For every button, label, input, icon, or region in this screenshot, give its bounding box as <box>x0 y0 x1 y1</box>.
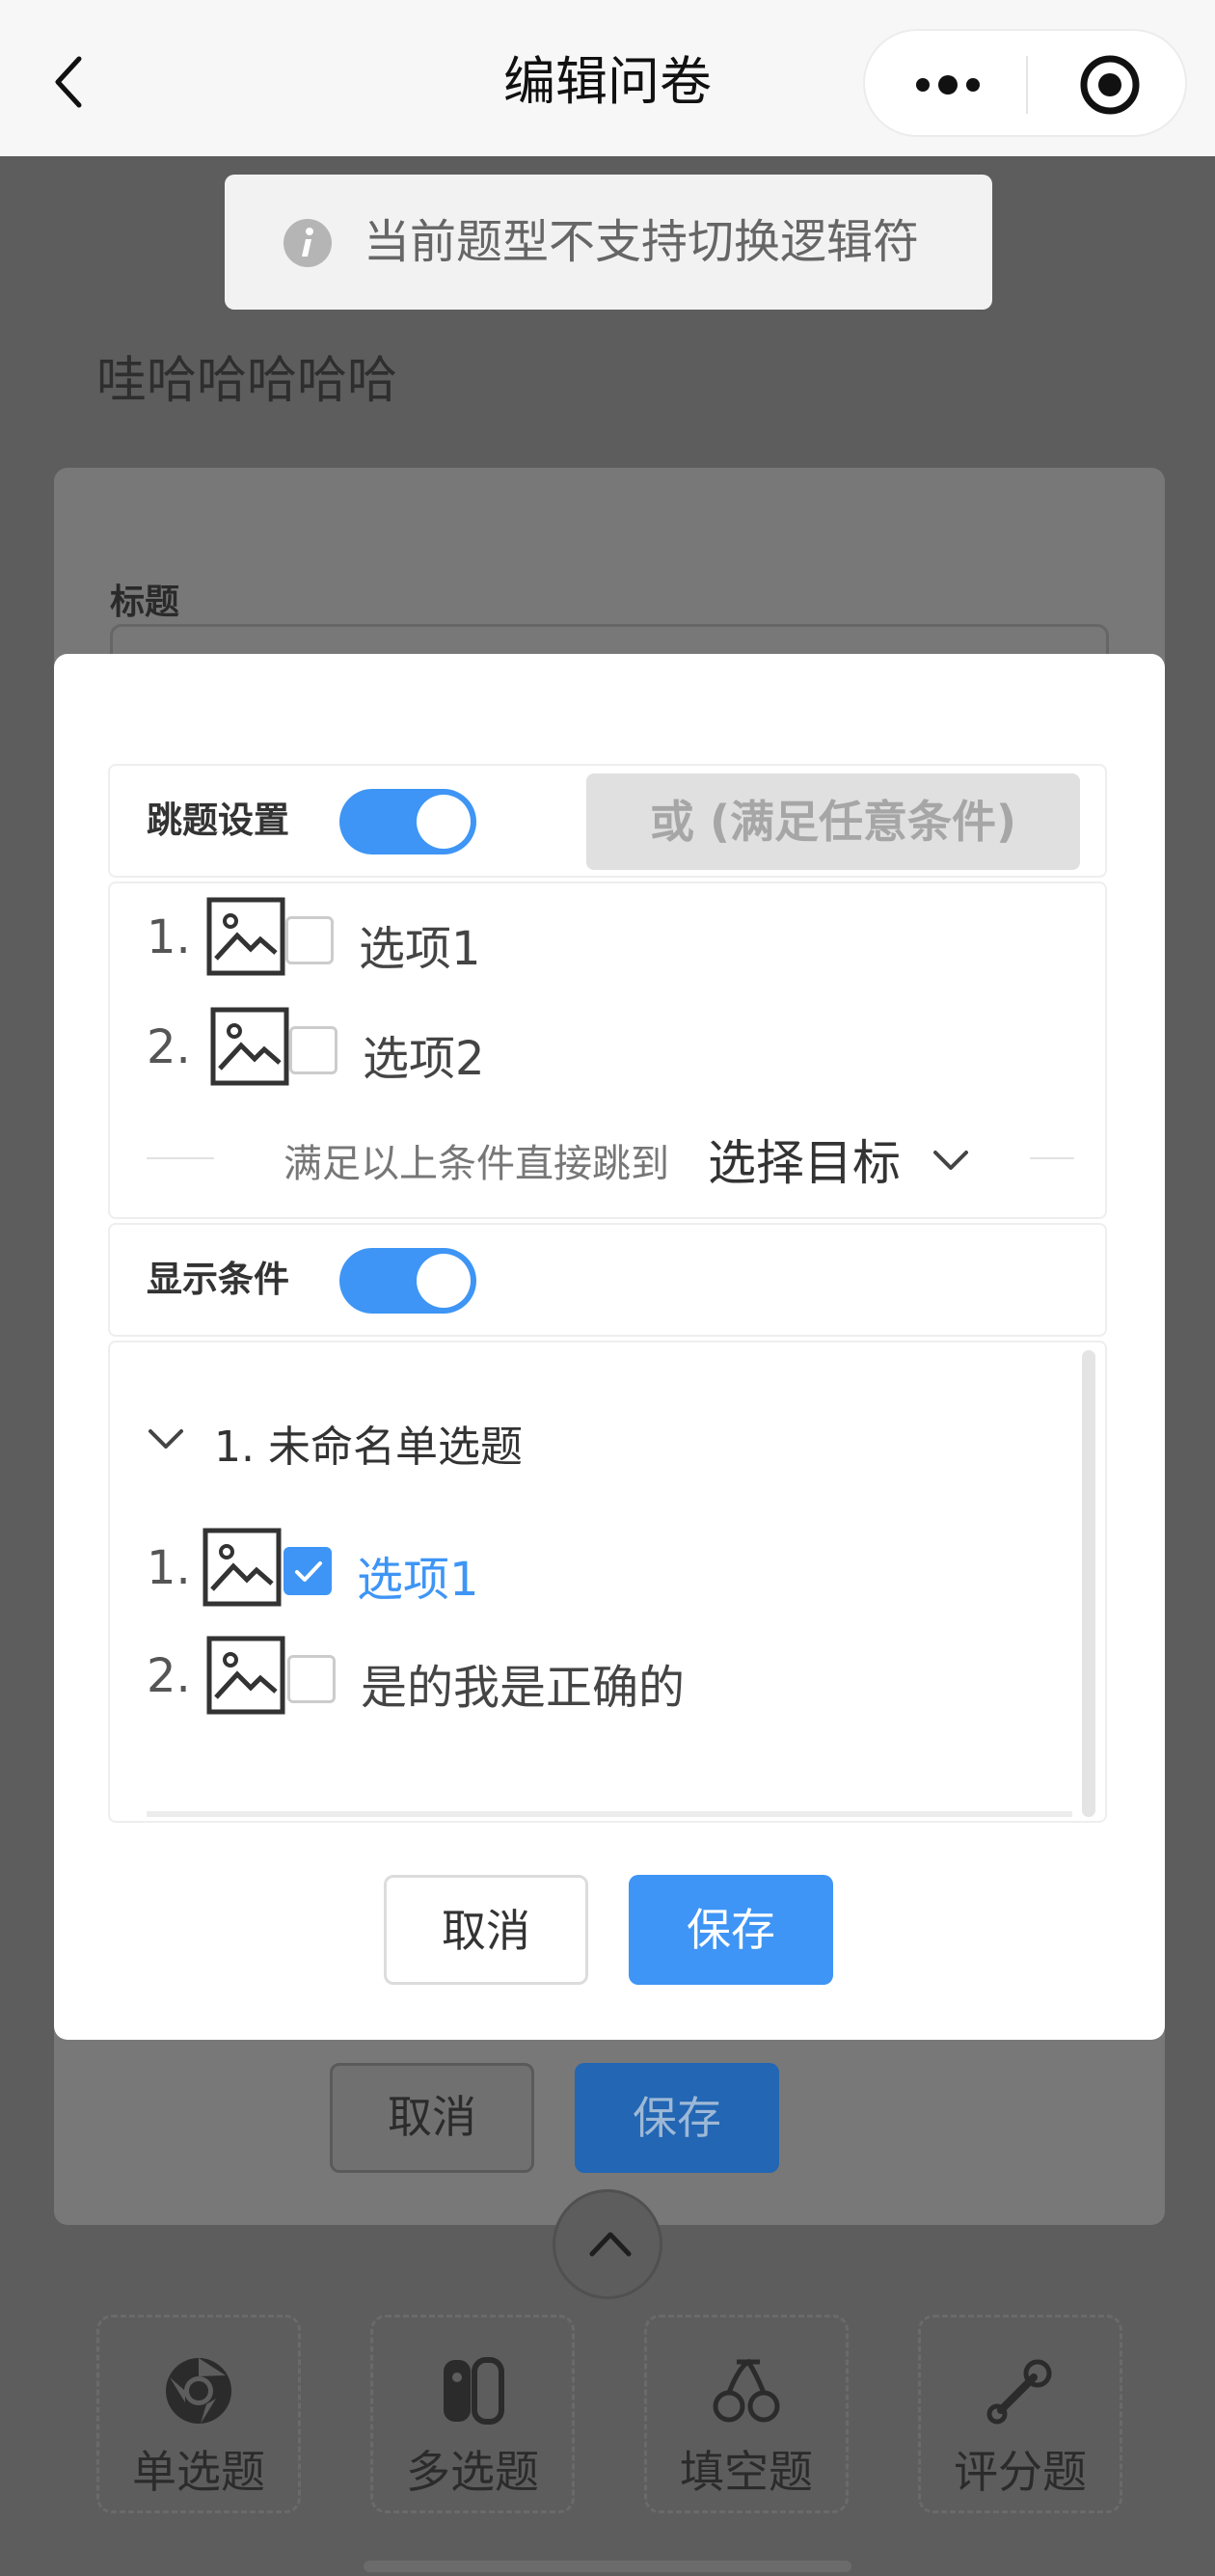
option-checkbox[interactable] <box>287 1655 336 1703</box>
logic-settings-modal: 跳题设置 或 (满足任意条件) 1. 选项1 2. 选项2 满足以上条件直接跳到… <box>54 654 1165 2040</box>
target-circle-icon <box>1080 55 1140 115</box>
jump-settings-label: 跳题设置 <box>147 800 289 841</box>
type-multi-choice: 多选题 <box>370 2315 575 2513</box>
type-label: 单选题 <box>132 2446 265 2498</box>
background-save-button: 保存 <box>575 2063 779 2173</box>
logic-operator-button[interactable]: 或 (满足任意条件) <box>586 773 1080 870</box>
display-conditions-toggle[interactable] <box>339 1248 476 1314</box>
toast-text: 当前题型不支持切换逻辑符 <box>364 215 920 269</box>
display-conditions-panel: 1. 未命名单选题 1. 选项1 2. 是的我是正确的 <box>108 1341 1107 1823</box>
save-button[interactable]: 保存 <box>629 1875 833 1985</box>
question-type-row: 单选题 多选题 填空题 评分题 <box>96 2315 1122 2517</box>
condition-option-row[interactable]: 2. 是的我是正确的 <box>147 1636 918 1722</box>
jump-settings-header: 跳题设置 或 (满足任意条件) <box>108 764 1107 878</box>
divider-line <box>147 1157 214 1159</box>
option-number: 2. <box>147 1020 191 1074</box>
jump-option-row[interactable]: 2. 选项2 <box>147 1007 629 1094</box>
toggle-knob <box>417 795 471 849</box>
expand-toggle <box>553 2189 662 2299</box>
type-label: 填空题 <box>680 2446 813 2498</box>
toggle-knob <box>417 1254 471 1308</box>
checkmark-icon <box>295 1561 322 1582</box>
display-conditions-label: 显示条件 <box>147 1259 289 1300</box>
close-miniprogram-button[interactable] <box>1077 52 1143 118</box>
page: 编辑问卷 哇哈哈哈哈哈 标题 取消 保存 单选题 多选题 填空题 评分题 当前题… <box>0 0 1215 2576</box>
image-placeholder-icon <box>202 1528 282 1607</box>
jump-option-row[interactable]: 1. 选项1 <box>147 897 629 984</box>
option-label: 选项1 <box>359 922 481 976</box>
chevron-down-icon <box>148 1429 183 1449</box>
cancel-button[interactable]: 取消 <box>384 1875 588 1985</box>
bone-icon <box>986 2359 1052 2425</box>
more-button[interactable] <box>911 66 985 104</box>
jump-settings-toggle[interactable] <box>339 789 476 854</box>
background-cancel-button: 取消 <box>330 2063 534 2173</box>
mini-program-capsule <box>863 29 1187 137</box>
info-icon <box>284 219 332 267</box>
condition-question-title: 1. 未命名单选题 <box>214 1423 523 1472</box>
home-indicator <box>364 2561 851 2572</box>
chevron-down-icon <box>932 1151 968 1170</box>
option-checkbox-checked[interactable] <box>284 1547 332 1595</box>
jump-options-panel: 1. 选项1 2. 选项2 满足以上条件直接跳到 选择目标 <box>108 881 1107 1219</box>
toast-message: 当前题型不支持切换逻辑符 <box>225 175 992 310</box>
option-number: 1. <box>147 1541 191 1595</box>
type-single-choice: 单选题 <box>96 2315 301 2513</box>
image-placeholder-icon <box>206 897 285 976</box>
more-dots-icon <box>916 75 980 95</box>
option-checkbox[interactable] <box>289 1026 338 1074</box>
type-rating: 评分题 <box>918 2315 1122 2513</box>
image-placeholder-icon <box>210 1007 289 1086</box>
type-label: 多选题 <box>406 2446 539 2498</box>
capsule-divider <box>1026 56 1028 114</box>
title-label: 标题 <box>110 583 180 622</box>
condition-option-row[interactable]: 1. 选项1 <box>147 1528 725 1614</box>
option-label: 选项2 <box>363 1032 485 1086</box>
type-fill-blank: 填空题 <box>644 2315 849 2513</box>
chevron-up-icon <box>589 2232 632 2257</box>
type-label: 评分题 <box>954 2446 1087 2498</box>
chrome-icon <box>166 2358 231 2424</box>
horizontal-scrollbar[interactable] <box>147 1811 1072 1817</box>
question-text: 哇哈哈哈哈哈 <box>96 352 398 410</box>
divider-line <box>1030 1157 1074 1159</box>
option-label: 选项1 <box>357 1553 479 1607</box>
cherry-icon <box>713 2358 780 2423</box>
option-number: 2. <box>147 1649 191 1703</box>
switch-icon <box>444 2357 504 2425</box>
jump-target-select[interactable]: 选择目标 <box>708 1125 970 1194</box>
jump-target-label: 选择目标 <box>708 1135 901 1191</box>
option-number: 1. <box>147 910 191 964</box>
option-checkbox[interactable] <box>285 916 334 964</box>
question-collapse-toggle[interactable]: 1. 未命名单选题 <box>147 1406 822 1474</box>
navbar: 编辑问卷 <box>0 0 1215 156</box>
vertical-scrollbar[interactable] <box>1082 1350 1095 1817</box>
option-label: 是的我是正确的 <box>361 1661 686 1715</box>
display-conditions-header: 显示条件 <box>108 1223 1107 1337</box>
jump-hint: 满足以上条件直接跳到 <box>284 1142 669 1186</box>
image-placeholder-icon <box>206 1636 285 1715</box>
